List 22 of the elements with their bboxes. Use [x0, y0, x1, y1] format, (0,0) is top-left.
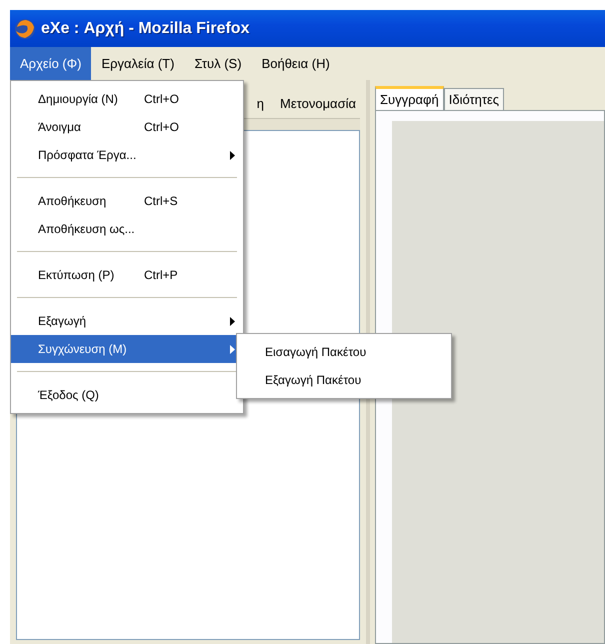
- tab[interactable]: Ιδιότητες: [444, 88, 504, 110]
- menu-item[interactable]: Αποθήκευση Ctrl+S: [11, 187, 243, 215]
- menu-item[interactable]: Αποθήκευση ως...: [11, 215, 243, 243]
- shortcut-label: Ctrl+P: [144, 267, 178, 284]
- shortcut-label: Ctrl+S: [144, 193, 178, 210]
- menu-bar-item[interactable]: Βοήθεια (H): [252, 47, 340, 80]
- menu-item[interactable]: Άνοιγμα Ctrl+O: [11, 113, 243, 141]
- submenu-arrow-icon: [230, 151, 235, 160]
- menu-bar-item[interactable]: Εργαλεία (T): [91, 47, 184, 80]
- menu-bar-item[interactable]: Στυλ (S): [184, 47, 252, 80]
- tab[interactable]: Συγγραφή: [375, 86, 444, 110]
- firefox-logo-icon: [14, 18, 36, 40]
- menu-item[interactable]: Δημιουργία (N) Ctrl+O: [11, 85, 243, 113]
- menu-item[interactable]: Πρόσφατα Έργα...: [11, 141, 243, 169]
- menu-item[interactable]: Εξαγωγή: [11, 307, 243, 335]
- submenu-arrow-icon: [230, 317, 235, 326]
- menu-item[interactable]: Εκτύπωση (P) Ctrl+P: [11, 261, 243, 289]
- menu-item[interactable]: Εξαγωγή Πακέτου: [237, 366, 451, 394]
- shortcut-label: Ctrl+O: [144, 91, 180, 108]
- window-title: eXe : Αρχή - Mozilla Firefox: [41, 18, 250, 38]
- menu-bar-item[interactable]: Αρχείο (Φ): [10, 47, 92, 80]
- shortcut-label: Ctrl+O: [144, 119, 180, 136]
